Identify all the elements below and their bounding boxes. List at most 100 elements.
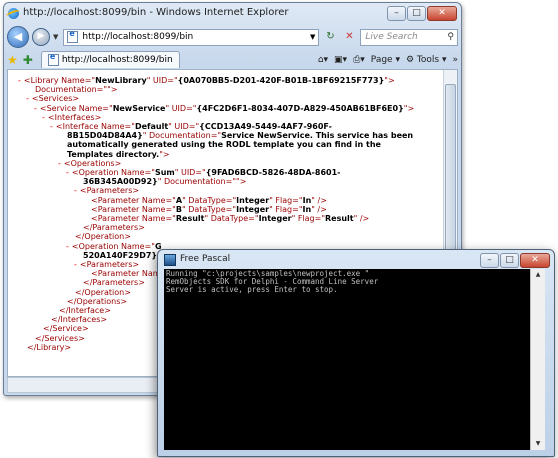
add-favorites-icon[interactable]: ✚ — [23, 53, 33, 67]
search-input[interactable]: Live Search — [365, 32, 417, 42]
xml-value: In — [302, 204, 312, 214]
xml-line: automatically generated using the RODL t… — [18, 140, 437, 149]
ie-window-title: http://localhost:8099/bin - Windows Inte… — [23, 7, 289, 18]
xml-value: Integer — [236, 195, 270, 205]
xml-attribute: " Documentation=" — [142, 131, 222, 141]
xml-line: <Parameter Name="Result" DataType="Integ… — [18, 214, 437, 223]
ie-caption-buttons: – □ ✕ — [387, 6, 457, 21]
xml-attribute: " Flag=" — [269, 195, 303, 205]
tab-page-icon — [47, 52, 59, 66]
xml-tag: </Services> — [35, 333, 85, 343]
xml-attribute: " /> — [311, 204, 327, 214]
xml-tag: <Operation — [71, 241, 121, 251]
xml-tag: <Interfaces> — [47, 112, 102, 122]
xml-attribute: Name=" — [100, 122, 135, 132]
xml-value: Service NewService. This service has bee… — [221, 131, 414, 141]
collapse-toggle[interactable]: - — [66, 242, 69, 251]
back-icon[interactable]: ◀ — [7, 26, 29, 48]
xml-attribute: Name=" — [61, 76, 96, 85]
maximize-button[interactable]: □ — [407, 6, 426, 21]
search-box[interactable]: Live Search ⚲ — [360, 28, 458, 46]
xml-tag: <Parameters> — [79, 260, 140, 270]
collapse-toggle[interactable]: - — [18, 76, 21, 85]
scroll-up-icon[interactable]: ▲ — [531, 269, 545, 281]
address-bar[interactable]: http://localhost:8099/bin ▼ — [63, 28, 320, 46]
console-maximize-button[interactable]: □ — [500, 253, 519, 268]
collapse-toggle[interactable]: - — [74, 260, 77, 269]
scroll-down-icon[interactable]: ▼ — [531, 438, 545, 450]
forward-icon[interactable]: ▶ — [32, 28, 50, 46]
xml-attribute: " Documentation=" — [157, 177, 237, 187]
xml-value: {9FAD6BCD-5826-48DA-8601- — [205, 168, 341, 178]
page-menu[interactable]: Page ▾ — [371, 55, 400, 65]
xml-tag: <Services> — [31, 94, 80, 104]
xml-tag: <Parameter — [91, 269, 142, 279]
search-icon[interactable]: ⚲ — [447, 32, 454, 42]
console-caption-buttons: – □ ✕ — [480, 253, 550, 268]
xml-tag: <Parameters> — [79, 186, 140, 196]
xml-tag: </Service> — [43, 324, 89, 334]
xml-attribute: Name=" — [141, 195, 176, 205]
feeds-icon[interactable]: ▣▾ — [334, 55, 347, 65]
xml-value: 36B345A00D92} — [83, 177, 158, 187]
refresh-icon[interactable]: ↻ — [322, 29, 338, 45]
print-icon[interactable]: ⎙▾ — [353, 55, 365, 65]
xml-value: Default — [134, 122, 169, 132]
minimize-button[interactable]: – — [387, 6, 406, 21]
xml-value: Result — [325, 214, 354, 224]
collapse-toggle[interactable]: - — [42, 113, 45, 122]
close-button[interactable]: ✕ — [427, 6, 457, 21]
xml-attribute: "> — [159, 149, 170, 159]
xml-attribute: Name=" — [120, 241, 155, 251]
browser-tab[interactable]: http://localhost:8099/bin — [40, 51, 180, 68]
tools-menu[interactable]: ⚙ Tools ▾ — [406, 55, 447, 65]
console-scrollbar[interactable]: ▲ ▼ — [530, 269, 545, 450]
xml-tag: </Interfaces> — [51, 315, 108, 325]
collapse-toggle[interactable]: - — [74, 186, 77, 195]
address-input[interactable]: http://localhost:8099/bin — [82, 32, 193, 42]
home-icon[interactable]: ⌂▾ — [318, 55, 328, 65]
recent-pages-dropdown-icon[interactable]: ▼ — [53, 33, 58, 41]
xml-value: Templates directory. — [67, 149, 160, 159]
xml-tag: </Parameters> — [83, 223, 145, 233]
xml-tag: </Interface> — [59, 306, 111, 316]
address-dropdown-icon[interactable]: ▼ — [307, 33, 318, 41]
stop-icon[interactable]: ✕ — [341, 29, 357, 45]
xml-tag: <Interface — [55, 122, 101, 132]
xml-tag: </Parameters> — [83, 278, 145, 288]
xml-value: 8B15D04D84A4} — [67, 131, 143, 141]
xml-attribute: " UID=" — [168, 122, 200, 132]
xml-tag: <Parameter — [91, 195, 142, 205]
collapse-toggle[interactable]: - — [58, 159, 61, 168]
collapse-toggle[interactable]: - — [34, 104, 37, 113]
xml-line: - <Operation Name="Sum" UID="{9FAD6BCD-58… — [18, 168, 437, 177]
xml-line: - <Parameters> — [18, 186, 437, 195]
tab-label: http://localhost:8099/bin — [61, 55, 173, 65]
xml-attribute: Name=" — [78, 103, 113, 113]
console-output: Running "c:\projects\samples\newproject.… — [164, 269, 530, 450]
xml-tag: </Library> — [27, 342, 72, 352]
console-close-button[interactable]: ✕ — [520, 253, 550, 268]
collapse-toggle[interactable]: - — [26, 94, 29, 103]
xml-value: NewLibrary — [95, 76, 147, 85]
xml-tag: <Operations> — [63, 158, 122, 168]
collapse-toggle[interactable]: - — [66, 168, 69, 177]
xml-tag: <Parameter — [91, 214, 142, 224]
xml-value: {CCD13A49-5449-4AF7-960F- — [199, 122, 332, 132]
xml-tag: "> — [107, 85, 118, 95]
xml-value: Sum — [154, 168, 175, 178]
xml-value: {0A070BB5-D201-420F-B01B-1BF69215F773} — [177, 76, 385, 85]
xml-value: Integer — [236, 204, 270, 214]
xml-line: - <Interface Name="Default" UID="{CCD13A4… — [18, 122, 437, 131]
xml-attribute: "> — [384, 76, 395, 85]
favorites-star-icon[interactable]: ★ — [7, 53, 18, 67]
xml-line: <Parameter Name="B" DataType="Integer" F… — [18, 205, 437, 214]
xml-tag: Documentation=" — [35, 85, 108, 95]
console-minimize-button[interactable]: – — [480, 253, 499, 268]
more-commands-icon[interactable]: » — [452, 55, 458, 65]
ie-logo-icon — [8, 7, 19, 19]
collapse-toggle[interactable]: - — [50, 122, 53, 131]
xml-attribute: "> — [403, 103, 415, 113]
xml-line: 36B345A00D92}" Documentation=""> — [18, 177, 437, 186]
xml-attribute: Name=" — [141, 204, 176, 214]
